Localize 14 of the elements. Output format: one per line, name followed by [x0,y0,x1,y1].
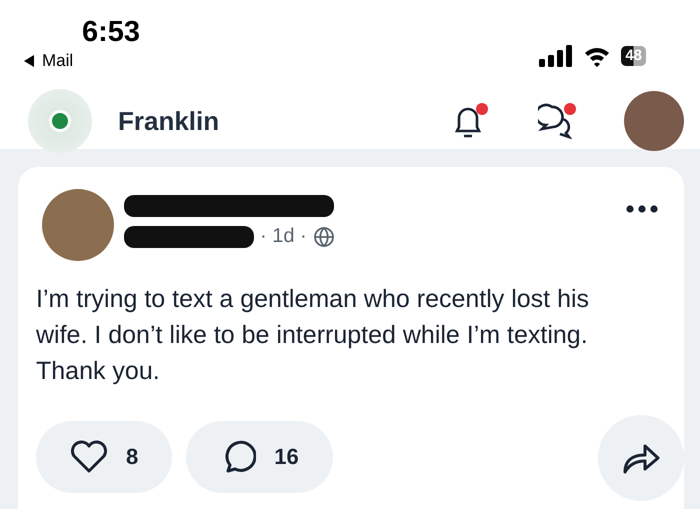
battery-level: 48 [621,46,646,66]
comment-button[interactable]: 16 [186,421,333,493]
signal-icon [539,44,574,66]
community-name: Franklin [118,106,220,136]
back-to-mail-link[interactable]: Mail [22,51,140,71]
post-time: · 1d · [260,225,307,248]
chat-bubbles-icon[interactable] [538,103,574,139]
globe-icon [312,226,335,248]
heart-icon [70,440,108,474]
back-triangle-icon [22,54,36,68]
clock-time: 6:53 [82,16,140,49]
post-text: I’m trying to text a gentleman who recently lost his wife. I don’t like to be interrupted while I’m texting. Thank you. [36,284,590,387]
more-options-icon[interactable] [626,205,658,213]
like-button[interactable]: 8 [36,421,172,493]
